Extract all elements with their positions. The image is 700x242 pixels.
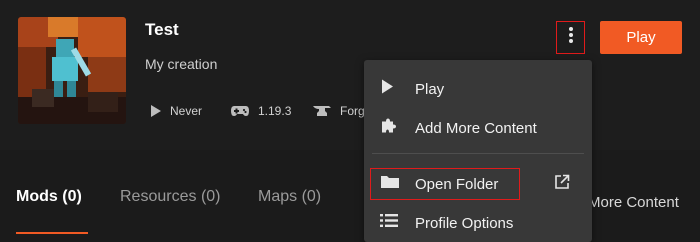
add-more-content-button[interactable]: More Content [588, 194, 679, 211]
menu-item-play[interactable]: Play [364, 74, 592, 104]
play-icon [150, 104, 162, 118]
tab-resources-label: Resources [120, 188, 197, 205]
tab-resources-count: (0) [200, 188, 221, 205]
play-icon [380, 79, 394, 100]
menu-item-profile-options-label: Profile Options [415, 214, 514, 232]
profile-thumbnail [18, 17, 126, 124]
active-tab-indicator [16, 232, 88, 234]
menu-item-play-label: Play [415, 80, 445, 98]
anvil-icon [312, 104, 332, 118]
menu-divider [372, 153, 584, 154]
menu-item-profile-options[interactable]: Profile Options [364, 208, 592, 238]
profile-title: Test [145, 20, 179, 39]
gamepad-icon [230, 104, 250, 118]
tab-mods-label: Mods [16, 188, 58, 205]
tab-mods[interactable]: Mods (0) [16, 188, 82, 206]
menu-item-add-more-content[interactable]: Add More Content [364, 113, 592, 143]
profile-subtitle: My creation [145, 56, 218, 72]
profile-context-menu: Play Add More Content Open Folder Profil… [364, 60, 592, 242]
meta-version: 1.19.3 [230, 104, 291, 118]
meta-last-played: Never [150, 104, 202, 118]
tab-resources[interactable]: Resources (0) [120, 188, 221, 206]
meta-last-played-label: Never [170, 104, 203, 118]
tab-maps[interactable]: Maps (0) [258, 188, 321, 206]
tab-maps-count: (0) [301, 188, 322, 205]
menu-item-add-more-content-label: Add More Content [415, 119, 537, 137]
play-button[interactable]: Play [600, 21, 682, 54]
meta-version-label: 1.19.3 [258, 104, 292, 118]
tab-maps-label: Maps [258, 188, 298, 205]
more-options-button[interactable] [556, 21, 585, 54]
open-folder-highlight [370, 168, 520, 200]
meta-loader: Forge [312, 104, 371, 118]
tab-mods-count: (0) [62, 188, 82, 205]
more-vertical-icon [568, 26, 574, 49]
list-icon [380, 213, 398, 233]
puzzle-icon [380, 117, 398, 140]
external-link-icon [554, 174, 570, 195]
